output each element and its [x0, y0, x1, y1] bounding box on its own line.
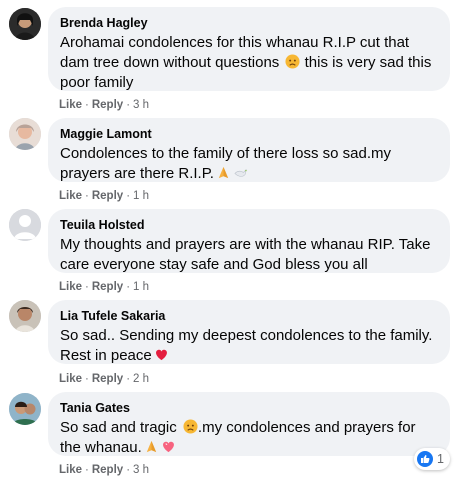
like-link[interactable]: Like	[59, 190, 82, 202]
avatar[interactable]	[9, 118, 41, 150]
comment-time[interactable]: 3 h	[133, 464, 149, 476]
praying-hands-icon	[218, 166, 229, 179]
commenter-name[interactable]: Tania Gates	[60, 400, 438, 416]
commenter-name[interactable]: Teuila Holsted	[60, 217, 438, 233]
comment-text: So sad.. Sending my deepest condolences …	[60, 326, 438, 366]
comment-bubble: Brenda Hagley Arohamai condolences for t…	[48, 7, 450, 91]
dove-icon	[234, 168, 248, 177]
comment-text-part: So sad and tragic	[60, 419, 177, 436]
commenter-name[interactable]: Brenda Hagley	[60, 15, 438, 31]
avatar[interactable]	[9, 209, 41, 241]
avatar[interactable]	[9, 393, 41, 425]
like-link[interactable]: Like	[59, 281, 82, 293]
like-link[interactable]: Like	[59, 99, 82, 111]
commenter-name[interactable]: Maggie Lamont	[60, 126, 438, 142]
comment-bubble: Maggie Lamont Condolences to the family …	[48, 118, 450, 182]
reply-link[interactable]: Reply	[92, 464, 123, 476]
avatar[interactable]	[9, 300, 41, 332]
comment-actions: Like · Reply · 3 h	[59, 464, 150, 476]
comment-text: Condolences to the family of there loss …	[60, 144, 438, 184]
comment-actions: Like · Reply · 2 h	[59, 373, 150, 385]
sad-face-icon	[285, 54, 300, 69]
reply-link[interactable]: Reply	[92, 190, 123, 202]
reply-link[interactable]: Reply	[92, 373, 123, 385]
comment-text: So sad and tragic .my condolences and pr…	[60, 418, 438, 458]
comment-actions: Like · Reply · 1 h	[59, 281, 150, 293]
comment-bubble: Tania Gates So sad and tragic .my condol…	[48, 392, 450, 456]
comment-time[interactable]: 1 h	[133, 190, 149, 202]
comment-text-part: So sad.. Sending my deepest condolences …	[60, 327, 433, 364]
comment-time[interactable]: 3 h	[133, 99, 149, 111]
comment-bubble: Teuila Holsted My thoughts and prayers a…	[48, 209, 450, 273]
reaction-count-badge[interactable]: 1	[414, 448, 450, 470]
like-link[interactable]: Like	[59, 464, 82, 476]
like-link[interactable]: Like	[59, 373, 82, 385]
comment-actions: Like · Reply · 3 h	[59, 99, 150, 111]
comment-text: My thoughts and prayers are with the wha…	[60, 236, 431, 273]
pink-heart-icon	[162, 441, 174, 453]
reply-link[interactable]: Reply	[92, 99, 123, 111]
praying-hands-icon	[146, 440, 156, 453]
reaction-count: 1	[437, 452, 444, 466]
comment-text: Arohamai condolences for this whanau R.I…	[60, 33, 438, 93]
comment-actions: Like · Reply · 1 h	[59, 190, 150, 202]
like-thumb-icon	[417, 451, 433, 467]
comment-time[interactable]: 2 h	[133, 373, 149, 385]
red-heart-icon	[155, 349, 167, 361]
comment-time[interactable]: 1 h	[133, 281, 149, 293]
commenter-name[interactable]: Lia Tufele Sakaria	[60, 308, 438, 324]
avatar[interactable]	[9, 8, 41, 40]
reply-link[interactable]: Reply	[92, 281, 123, 293]
sad-face-icon	[183, 419, 198, 434]
comment-bubble: Lia Tufele Sakaria So sad.. Sending my d…	[48, 300, 450, 364]
